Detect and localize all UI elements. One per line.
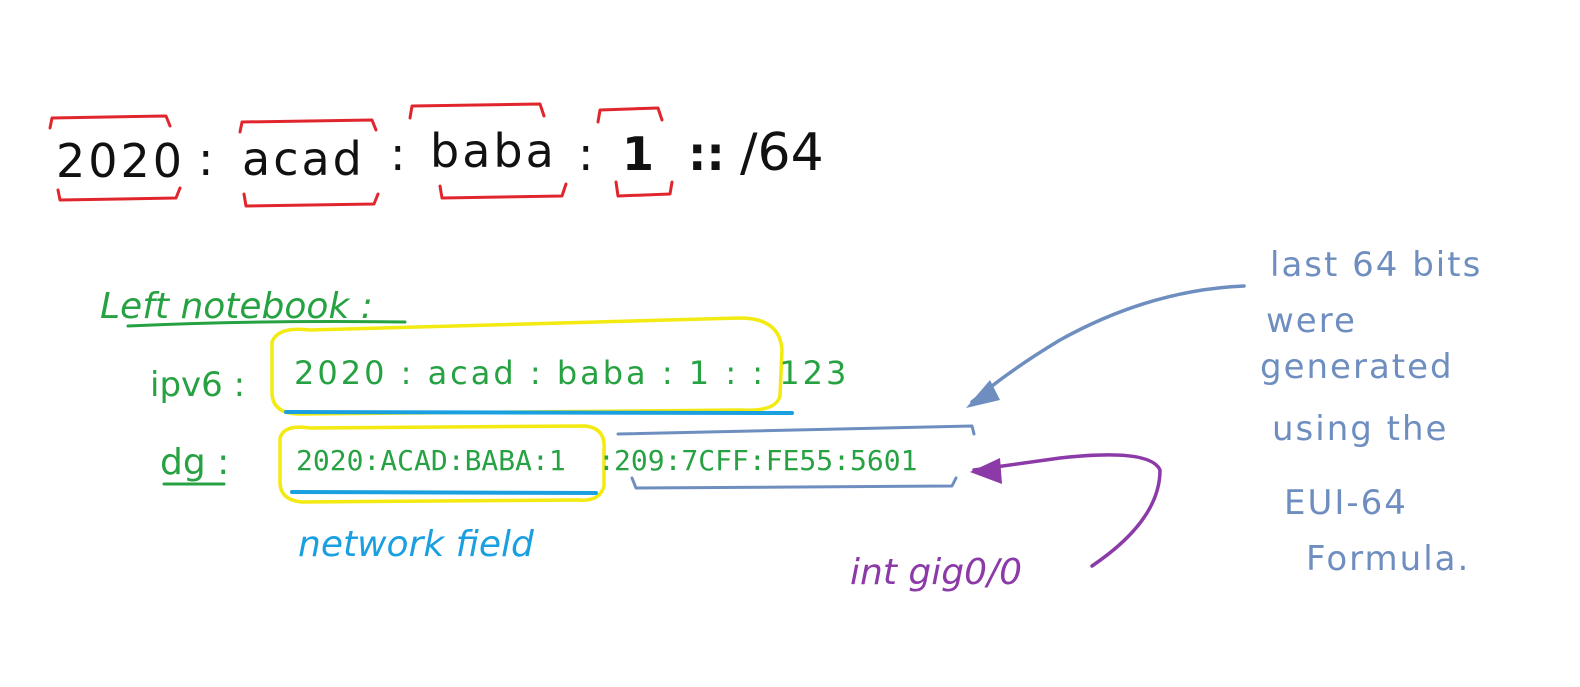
eui64-note-line-6: Formula. [1306,539,1470,579]
left-notebook: Left notebook : ipv6 : 2020 : acad : bab… [100,286,976,565]
bracket-bottom-1 [614,180,674,198]
ipv6-network-underline [284,410,794,415]
ipv6-value: 2020 : acad : baba : 1 : : 123 [294,354,849,392]
colon-1: : [198,132,214,186]
bracket-bottom-acad [242,192,380,208]
network-field-note: network field [298,524,535,565]
interface-note: int gig0/0 [850,552,1022,593]
dg-separator: : [598,444,615,477]
bracket-top-acad [238,118,378,134]
eui64-note-line-5: EUI-64 [1284,483,1408,523]
host-bracket-bottom [630,476,958,490]
segment-2020: 2020 [56,134,185,188]
eui64-note-line-1: last 64 bits [1270,245,1482,285]
prefix-length: /64 [740,123,824,183]
dg-label: dg : [160,442,229,483]
eui64-note-line-3: generated [1260,347,1454,387]
eui64-note-line-4: using the [1272,409,1448,449]
dg-host-portion: 209:7CFF:FE55:5601 [614,444,917,477]
top-address: 2020 : acad : baba : 1 :: /64 [48,102,824,208]
eui64-note-line-2: were [1266,301,1357,341]
bracket-bottom-baba [438,182,568,200]
eui64-annotation: last 64 bits were generated using the EU… [966,245,1482,579]
bracket-top-2020 [48,114,172,130]
colon-3: : [578,127,594,181]
ipv6-label: ipv6 : [150,365,245,405]
bracket-bottom-2020 [56,186,182,202]
ipv6-eui64-diagram: 2020 : acad : baba : 1 :: /64 Left noteb… [48,102,1482,593]
interface-arrowhead [970,458,1002,484]
segment-1: 1 [622,127,654,181]
interface-arrow [972,453,1162,568]
dg-network-portion: 2020:ACAD:BABA:1 [296,444,566,477]
host-bracket-top [616,424,976,436]
bracket-top-baba [408,102,546,120]
eui64-arrow [970,284,1246,404]
segment-baba: baba [430,124,557,178]
bracket-top-1 [596,106,664,124]
double-colon: :: [688,127,725,181]
segment-acad: acad [242,132,365,186]
dg-network-underline [290,490,598,495]
colon-2: : [390,127,406,181]
